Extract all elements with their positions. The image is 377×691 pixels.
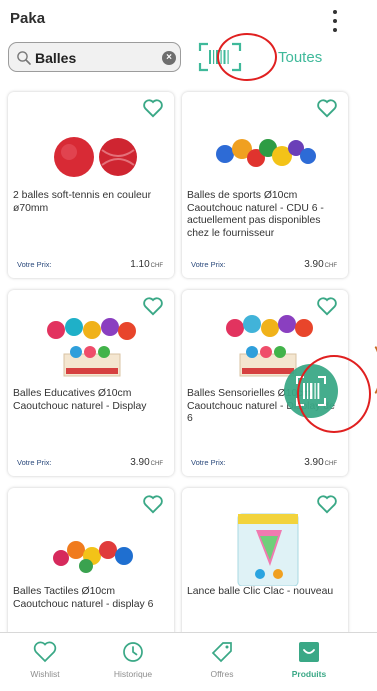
heart-icon	[33, 641, 57, 663]
product-name: Lance balle Clic Clac - nouveau	[187, 586, 334, 597]
app-title: Paka	[10, 10, 46, 27]
tab-produits[interactable]: Produits	[274, 639, 344, 683]
product-name: Balles Tactiles Ø10cm Caoutchouc naturel…	[13, 586, 154, 610]
history-icon	[123, 642, 143, 662]
product-image	[47, 318, 136, 377]
product-image	[216, 139, 316, 167]
tab-historique[interactable]: Historique	[98, 639, 168, 683]
price-label: Votre Prix:	[191, 260, 226, 269]
search-row: × Toutes	[0, 42, 377, 76]
app-header: Paka	[0, 0, 377, 38]
tab-label: Produits	[291, 669, 327, 679]
search-icon	[17, 51, 31, 65]
product-card[interactable]: 2 balles soft-tennis en couleur ø70mm Vo…	[8, 92, 174, 278]
product-name: Balles Educatives Ø10cm Caoutchouc natur…	[13, 388, 147, 412]
product-card[interactable]: Balles Educatives Ø10cm Caoutchouc natur…	[8, 290, 174, 476]
annotation-circle	[217, 33, 277, 81]
tab-label: Wishlist	[30, 669, 60, 679]
tag-icon	[211, 642, 232, 663]
product-image	[54, 137, 137, 177]
product-price: 3.90CHF	[304, 457, 337, 468]
product-image	[237, 513, 299, 586]
more-menu-icon[interactable]	[326, 8, 344, 34]
annotation-arc	[352, 340, 377, 400]
search-box[interactable]: ×	[8, 42, 181, 72]
price-label: Votre Prix:	[17, 458, 52, 467]
price-label: Votre Prix:	[191, 458, 226, 467]
product-price: 3.90CHF	[304, 259, 337, 270]
search-input[interactable]	[35, 48, 145, 68]
tab-label: Historique	[113, 669, 153, 679]
filter-all-button[interactable]: Toutes	[278, 49, 322, 66]
products-icon	[299, 642, 319, 662]
product-price: 3.90CHF	[130, 457, 163, 468]
product-card[interactable]: Balles Tactiles Ø10cm Caoutchouc naturel…	[8, 488, 174, 638]
price-label: Votre Prix:	[17, 260, 52, 269]
bottom-tab-bar: Wishlist Historique Offres Produits	[0, 632, 377, 691]
clear-search-icon[interactable]: ×	[162, 51, 176, 65]
product-image	[53, 541, 133, 573]
product-price: 1.10CHF	[130, 259, 163, 270]
product-name: 2 balles soft-tennis en couleur ø70mm	[13, 190, 152, 214]
product-card[interactable]: Lance balle Clic Clac - nouveau	[182, 488, 348, 638]
product-card[interactable]: Balles de sports Ø10cm Caoutchouc nature…	[182, 92, 348, 278]
tab-wishlist[interactable]: Wishlist	[10, 639, 80, 683]
product-name: Balles de sports Ø10cm Caoutchouc nature…	[187, 190, 324, 239]
tab-label: Offres	[210, 669, 234, 679]
tab-offres[interactable]: Offres	[187, 639, 257, 683]
